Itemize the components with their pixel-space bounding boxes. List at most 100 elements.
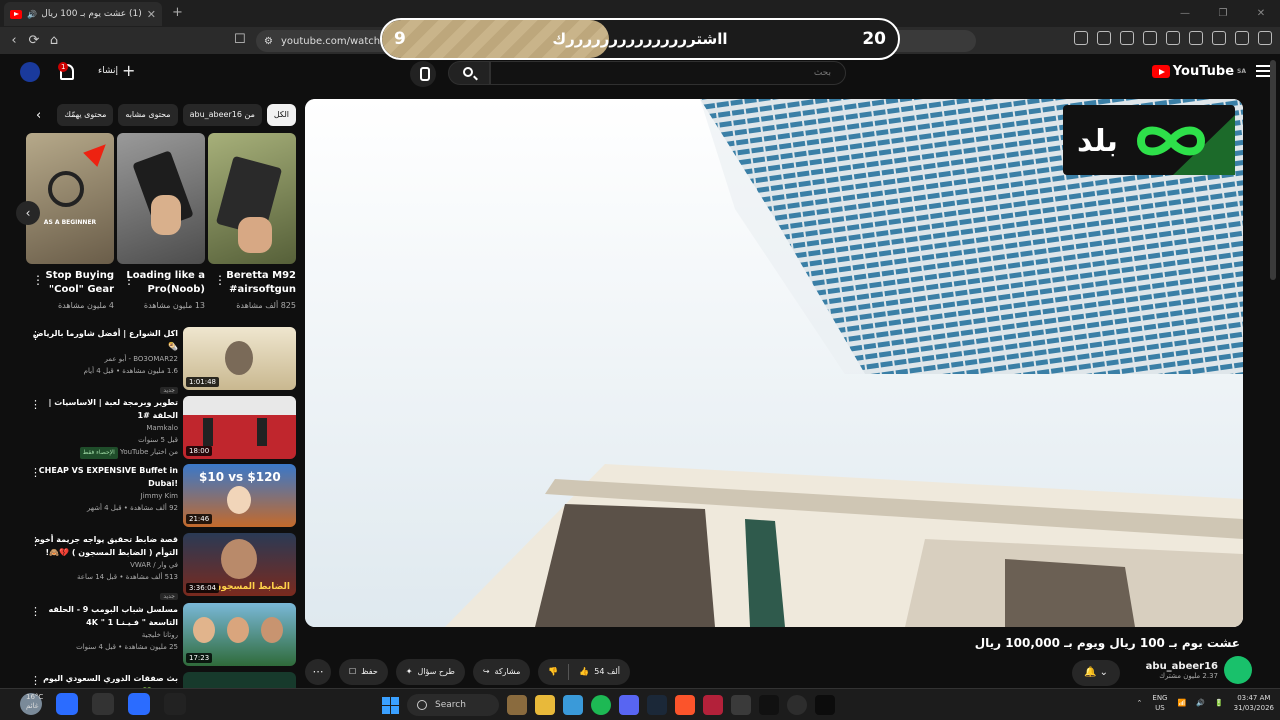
search-input[interactable]: بحث xyxy=(490,61,846,85)
list-item[interactable]: $10 vs $120 21:46 ⋮ CHEAP VS EXPENSIVE B… xyxy=(30,464,296,528)
battery-icon[interactable]: 🔋 xyxy=(1215,699,1224,707)
chip-similar[interactable]: محتوى مشابه xyxy=(118,104,178,126)
list-item[interactable]: 17:23 ⋮ مسلسل شباب البومب 9 - الحلقه الت… xyxy=(30,603,296,667)
short-thumbnail[interactable]: AS A BEGINNER xyxy=(26,133,114,264)
extensions-icon[interactable] xyxy=(1074,31,1088,45)
taskbar-search[interactable]: Search xyxy=(407,694,499,716)
wallet-icon[interactable] xyxy=(1189,31,1203,45)
clock-date: 31/03/2026 xyxy=(1233,704,1274,712)
chip-from-channel[interactable]: من abu_abeer16 xyxy=(182,104,262,126)
create-button[interactable]: إنشاء + xyxy=(98,63,135,79)
pinned-app-icon[interactable] xyxy=(128,693,150,715)
list-item[interactable]: ⋮ بث صفقات الدوري السعودي اليوم التالي 💚 xyxy=(30,672,296,688)
video-thumbnail[interactable]: الضابط المسجون 3:36:04 xyxy=(183,533,296,596)
terminal-icon[interactable] xyxy=(815,695,835,715)
new-tab-button[interactable]: + xyxy=(172,5,183,20)
youtube-favicon-icon xyxy=(10,9,22,19)
short-thumbnail[interactable] xyxy=(117,133,205,264)
clock-time: 03:47 AM xyxy=(1237,694,1271,702)
youtube-logo[interactable]: YouTube SA xyxy=(1151,64,1246,79)
back-button[interactable]: ‹ xyxy=(4,33,24,48)
short-card[interactable]: AS A BEGINNER ⋮ Stop Buying "Cool" Gear … xyxy=(26,133,114,315)
steam-icon[interactable] xyxy=(647,695,667,715)
store-icon[interactable] xyxy=(563,695,583,715)
short-card[interactable]: ⋮ Loading like a Pro(Noob) 13 مليون مشاه… xyxy=(117,133,205,315)
clock[interactable]: 03:47 AM 31/03/2026 xyxy=(1234,693,1274,713)
video-actions: ⋯ ☐ حفظ ✦ طرح سؤال ↪ مشاركة 👎 👍 54 ألف xyxy=(305,659,630,685)
sidebar-icon[interactable] xyxy=(1166,31,1180,45)
xbox-icon[interactable] xyxy=(731,695,751,715)
search-button[interactable] xyxy=(448,61,490,85)
site-settings-icon[interactable]: ⚙ xyxy=(264,36,273,47)
spotify-icon[interactable] xyxy=(591,695,611,715)
short-card[interactable]: ⋮ Beretta M92 #airsoftgun 825 ألف مشاهدة xyxy=(208,133,296,315)
short-thumbnail[interactable] xyxy=(208,133,296,264)
channel-watermark-logo: بلد xyxy=(1063,105,1235,175)
channel-name[interactable]: abu_abeer16 xyxy=(1146,661,1218,672)
windows-start-icon[interactable] xyxy=(382,696,399,714)
video-thumbnail[interactable] xyxy=(183,672,296,688)
app-icon[interactable] xyxy=(703,695,723,715)
list-item[interactable]: 18:00 ⋮ تطوير وبرمجة لعبة | الاساسيات | … xyxy=(30,396,296,460)
volume-icon[interactable]: 🔊 xyxy=(1196,699,1205,707)
reload-button[interactable]: ⟳ xyxy=(24,33,44,48)
file-explorer-icon[interactable] xyxy=(535,695,555,715)
more-actions-button[interactable]: ⋯ xyxy=(305,659,331,685)
save-button[interactable]: ☐ حفظ xyxy=(339,659,388,685)
subscription-bell-button[interactable]: 🔔 ⌄ xyxy=(1072,660,1120,686)
widgets-icon[interactable] xyxy=(507,695,527,715)
reader-icon[interactable] xyxy=(1097,31,1111,45)
tray-chevron-icon[interactable]: ⌃ xyxy=(1137,699,1143,707)
video-thumbnail[interactable]: 17:23 xyxy=(183,603,296,666)
discord-app-icon[interactable] xyxy=(56,693,78,715)
share-button[interactable]: ↪ مشاركة xyxy=(472,659,531,685)
video-meta: 1.6 مليون مشاهدة • قبل 4 أيام xyxy=(83,367,178,375)
pinned-app-icon[interactable] xyxy=(164,693,186,715)
close-window-button[interactable]: ✕ xyxy=(1242,0,1280,27)
hamburger-menu-icon[interactable] xyxy=(1256,65,1270,77)
video-duration: 1:01:48 xyxy=(186,377,219,387)
minimize-button[interactable]: — xyxy=(1166,0,1204,27)
video-thumbnail[interactable]: 18:00 xyxy=(183,396,296,459)
list-item[interactable]: 1:01:48 ⋮ اكل الشوارع | أفضل شاورما بالر… xyxy=(30,327,296,394)
tabs-icon[interactable] xyxy=(1120,31,1134,45)
speaker-icon[interactable]: 🔊 xyxy=(27,10,37,19)
home-button[interactable]: ⌂ xyxy=(44,33,64,48)
page-scrollbar[interactable] xyxy=(1270,60,1276,280)
dislike-button[interactable]: 👎 xyxy=(538,659,568,685)
weather-widget[interactable]: 16°C غائم xyxy=(26,693,43,711)
browser-tab-youtube[interactable]: 🔊 (1) عشت يوم بـ 100 ريال ويوم ✕ xyxy=(4,2,162,26)
download-icon[interactable] xyxy=(1212,31,1226,45)
voice-search-button[interactable] xyxy=(410,61,436,87)
ask-label: طرح سؤال xyxy=(417,667,455,676)
short-title: Beretta M92 #airsoftgun xyxy=(226,270,296,295)
shield-icon[interactable] xyxy=(1235,31,1249,45)
pinned-app-icon[interactable] xyxy=(92,693,114,715)
channel-avatar[interactable] xyxy=(1224,656,1252,684)
ask-question-button[interactable]: ✦ طرح سؤال xyxy=(395,659,465,685)
music-icon[interactable] xyxy=(1143,31,1157,45)
svg-text:بلد: بلد xyxy=(1077,124,1118,159)
video-title: اكل الشوارع | أفضل شاورما بالرياض 🌯 xyxy=(32,329,178,351)
video-thumbnail[interactable]: 1:01:48 xyxy=(183,327,296,390)
chip-related-interest[interactable]: محتوى يهمّك xyxy=(57,104,114,126)
discord-icon[interactable] xyxy=(619,695,639,715)
video-player[interactable]: بلد xyxy=(305,99,1243,627)
bookmark-icon[interactable]: ☐ xyxy=(234,32,246,47)
video-thumbnail[interactable]: $10 vs $120 21:46 xyxy=(183,464,296,527)
tab-close-icon[interactable]: ✕ xyxy=(147,8,156,21)
browser-menu-icon[interactable] xyxy=(1258,31,1272,45)
capcut-icon[interactable] xyxy=(759,695,779,715)
github-icon[interactable] xyxy=(787,695,807,715)
filter-chips: محتوى يهمّك محتوى مشابه من abu_abeer16 ا… xyxy=(30,104,296,126)
wifi-icon[interactable]: 📶 xyxy=(1177,699,1186,707)
account-avatar[interactable] xyxy=(20,62,40,82)
like-button[interactable]: 👍 54 ألف xyxy=(569,659,630,685)
language-indicator[interactable]: ENG US xyxy=(1152,693,1167,713)
shorts-scroll-left-button[interactable]: ‹ xyxy=(16,201,40,225)
brave-icon[interactable] xyxy=(675,695,695,715)
chip-all[interactable]: الكل xyxy=(266,104,296,126)
video-channel: BO3OMAR22 - أبو عمر xyxy=(104,355,178,363)
list-item[interactable]: الضابط المسجون 3:36:04 ⋮ قصة ضابط تحقيق … xyxy=(30,533,296,600)
maximize-button[interactable]: ❐ xyxy=(1204,0,1242,27)
